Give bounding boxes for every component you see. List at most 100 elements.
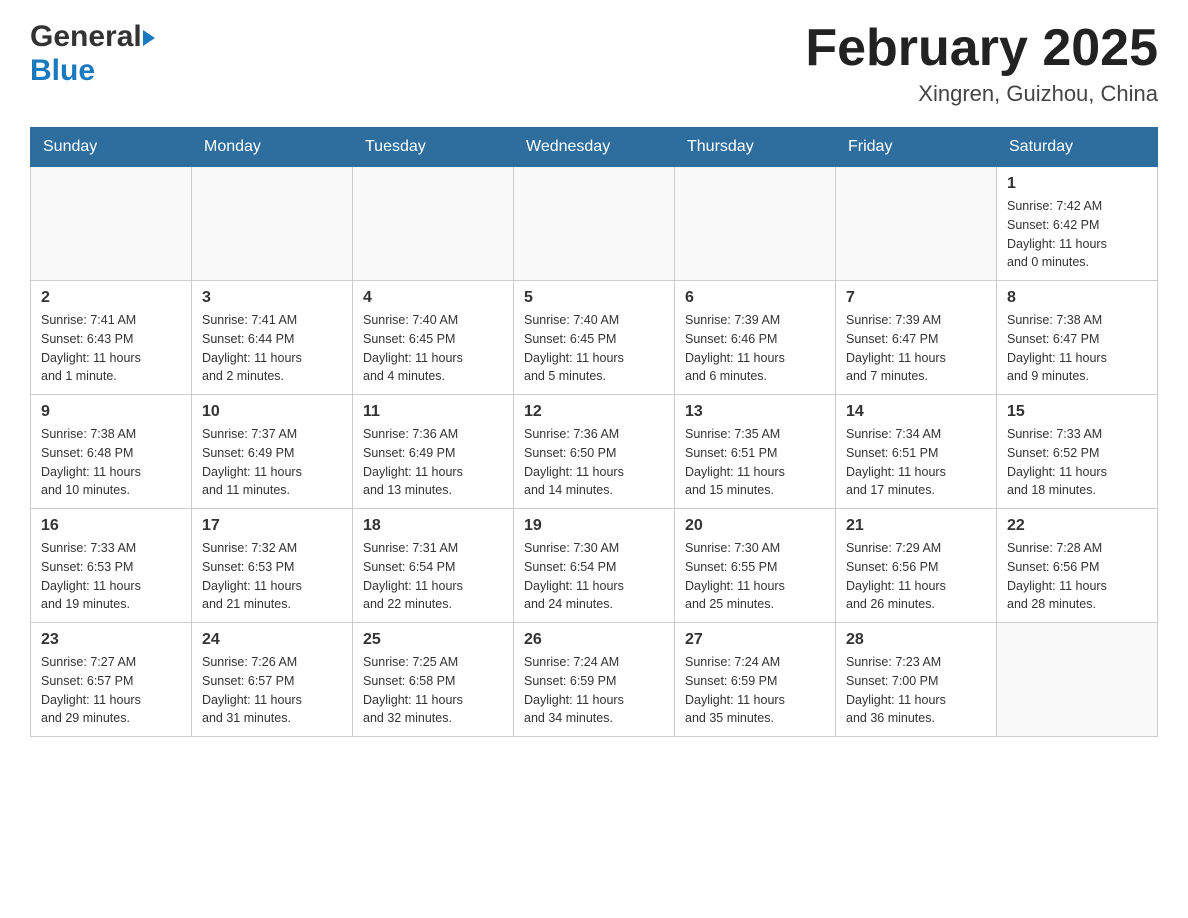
table-row: 28 Sunrise: 7:23 AMSunset: 7:00 PMDayligh… [836, 623, 997, 737]
table-row: 6Sunrise: 7:39 AMSunset: 6:46 PMDaylight… [675, 281, 836, 395]
day-info: Sunrise: 7:40 AMSunset: 6:45 PMDaylight:… [524, 311, 664, 386]
header-friday: Friday [836, 128, 997, 167]
day-number: 24 [202, 631, 342, 649]
table-row: 17 Sunrise: 7:32 AMSunset: 6:53 PMDayligh… [192, 509, 353, 623]
day-info: Sunrise: 7:37 AMSunset: 6:49 PMDaylight:… [202, 425, 342, 500]
logo-general-text: General [30, 20, 142, 54]
day-info: Sunrise: 7:23 AMSunset: 7:00 PMDaylight:… [846, 653, 986, 728]
day-number: 18 [363, 517, 503, 535]
day-number: 14 [846, 403, 986, 421]
day-info: Sunrise: 7:36 AMSunset: 6:50 PMDaylight:… [524, 425, 664, 500]
table-row: 22 Sunrise: 7:28 AMSunset: 6:56 PMDayligh… [997, 509, 1158, 623]
day-info: Sunrise: 7:35 AMSunset: 6:51 PMDaylight:… [685, 425, 825, 500]
table-row: 26Sunrise: 7:24 AMSunset: 6:59 PMDayligh… [514, 623, 675, 737]
logo-arrow-icon [143, 30, 155, 46]
title-section: February 2025 Xingren, Guizhou, China [805, 20, 1158, 107]
day-number: 2 [41, 289, 181, 307]
day-info: Sunrise: 7:32 AMSunset: 6:53 PMDaylight:… [202, 539, 342, 614]
table-row: 19 Sunrise: 7:30 AMSunset: 6:54 PMDayligh… [514, 509, 675, 623]
header-wednesday: Wednesday [514, 128, 675, 167]
calendar-week-row: 2 Sunrise: 7:41 AMSunset: 6:43 PMDaylight… [31, 281, 1158, 395]
table-row: 24 Sunrise: 7:26 AMSunset: 6:57 PMDayligh… [192, 623, 353, 737]
calendar-table: Sunday Monday Tuesday Wednesday Thursday… [30, 127, 1158, 737]
table-row: 7 Sunrise: 7:39 AMSunset: 6:47 PMDaylight… [836, 281, 997, 395]
day-number: 10 [202, 403, 342, 421]
table-row: 12 Sunrise: 7:36 AMSunset: 6:50 PMDayligh… [514, 395, 675, 509]
header-sunday: Sunday [31, 128, 192, 167]
day-info: Sunrise: 7:38 AMSunset: 6:48 PMDaylight:… [41, 425, 181, 500]
day-info: Sunrise: 7:28 AMSunset: 6:56 PMDaylight:… [1007, 539, 1147, 614]
table-row: 20 Sunrise: 7:30 AMSunset: 6:55 PMDayligh… [675, 509, 836, 623]
table-row: 14 Sunrise: 7:34 AMSunset: 6:51 PMDayligh… [836, 395, 997, 509]
table-row: 9 Sunrise: 7:38 AMSunset: 6:48 PMDaylight… [31, 395, 192, 509]
day-number: 17 [202, 517, 342, 535]
day-number: 5 [524, 289, 664, 307]
day-info: Sunrise: 7:29 AMSunset: 6:56 PMDaylight:… [846, 539, 986, 614]
day-info: Sunrise: 7:30 AMSunset: 6:54 PMDaylight:… [524, 539, 664, 614]
table-row: 13Sunrise: 7:35 AMSunset: 6:51 PMDayligh… [675, 395, 836, 509]
day-number: 7 [846, 289, 986, 307]
table-row [31, 167, 192, 281]
day-info: Sunrise: 7:30 AMSunset: 6:55 PMDaylight:… [685, 539, 825, 614]
table-row: 1Sunrise: 7:42 AMSunset: 6:42 PMDaylight… [997, 167, 1158, 281]
day-info: Sunrise: 7:34 AMSunset: 6:51 PMDaylight:… [846, 425, 986, 500]
header-monday: Monday [192, 128, 353, 167]
calendar-week-row: 9 Sunrise: 7:38 AMSunset: 6:48 PMDaylight… [31, 395, 1158, 509]
day-number: 16 [41, 517, 181, 535]
day-info: Sunrise: 7:39 AMSunset: 6:47 PMDaylight:… [846, 311, 986, 386]
day-number: 28 [846, 631, 986, 649]
day-info: Sunrise: 7:33 AMSunset: 6:53 PMDaylight:… [41, 539, 181, 614]
day-info: Sunrise: 7:24 AMSunset: 6:59 PMDaylight:… [685, 653, 825, 728]
day-number: 12 [524, 403, 664, 421]
day-info: Sunrise: 7:41 AMSunset: 6:44 PMDaylight:… [202, 311, 342, 386]
day-info: Sunrise: 7:31 AMSunset: 6:54 PMDaylight:… [363, 539, 503, 614]
table-row: 5 Sunrise: 7:40 AMSunset: 6:45 PMDaylight… [514, 281, 675, 395]
day-number: 15 [1007, 403, 1147, 421]
table-row [353, 167, 514, 281]
day-info: Sunrise: 7:26 AMSunset: 6:57 PMDaylight:… [202, 653, 342, 728]
table-row [836, 167, 997, 281]
day-info: Sunrise: 7:24 AMSunset: 6:59 PMDaylight:… [524, 653, 664, 728]
day-number: 11 [363, 403, 503, 421]
day-number: 19 [524, 517, 664, 535]
table-row [514, 167, 675, 281]
day-info: Sunrise: 7:38 AMSunset: 6:47 PMDaylight:… [1007, 311, 1147, 386]
day-number: 20 [685, 517, 825, 535]
table-row: 23Sunrise: 7:27 AMSunset: 6:57 PMDayligh… [31, 623, 192, 737]
month-title: February 2025 [805, 20, 1158, 77]
day-number: 8 [1007, 289, 1147, 307]
calendar-week-row: 23Sunrise: 7:27 AMSunset: 6:57 PMDayligh… [31, 623, 1158, 737]
table-row: 2 Sunrise: 7:41 AMSunset: 6:43 PMDaylight… [31, 281, 192, 395]
table-row: 16 Sunrise: 7:33 AMSunset: 6:53 PMDayligh… [31, 509, 192, 623]
day-info: Sunrise: 7:40 AMSunset: 6:45 PMDaylight:… [363, 311, 503, 386]
header-thursday: Thursday [675, 128, 836, 167]
table-row: 4 Sunrise: 7:40 AMSunset: 6:45 PMDaylight… [353, 281, 514, 395]
day-info: Sunrise: 7:41 AMSunset: 6:43 PMDaylight:… [41, 311, 181, 386]
table-row: 11Sunrise: 7:36 AMSunset: 6:49 PMDayligh… [353, 395, 514, 509]
table-row [192, 167, 353, 281]
table-row: 3 Sunrise: 7:41 AMSunset: 6:44 PMDaylight… [192, 281, 353, 395]
header-tuesday: Tuesday [353, 128, 514, 167]
day-number: 25 [363, 631, 503, 649]
day-number: 22 [1007, 517, 1147, 535]
table-row: 27Sunrise: 7:24 AMSunset: 6:59 PMDayligh… [675, 623, 836, 737]
calendar-week-row: 1Sunrise: 7:42 AMSunset: 6:42 PMDaylight… [31, 167, 1158, 281]
calendar-week-row: 16 Sunrise: 7:33 AMSunset: 6:53 PMDayligh… [31, 509, 1158, 623]
day-info: Sunrise: 7:39 AMSunset: 6:46 PMDaylight:… [685, 311, 825, 386]
logo-blue-text: Blue [30, 54, 95, 87]
day-number: 1 [1007, 175, 1147, 193]
day-number: 3 [202, 289, 342, 307]
table-row [997, 623, 1158, 737]
page-header: General Blue February 2025 Xingren, Guiz… [30, 20, 1158, 107]
table-row: 10 Sunrise: 7:37 AMSunset: 6:49 PMDayligh… [192, 395, 353, 509]
day-number: 9 [41, 403, 181, 421]
table-row: 18 Sunrise: 7:31 AMSunset: 6:54 PMDayligh… [353, 509, 514, 623]
day-number: 23 [41, 631, 181, 649]
table-row: 15 Sunrise: 7:33 AMSunset: 6:52 PMDayligh… [997, 395, 1158, 509]
day-number: 4 [363, 289, 503, 307]
day-number: 21 [846, 517, 986, 535]
table-row: 21 Sunrise: 7:29 AMSunset: 6:56 PMDayligh… [836, 509, 997, 623]
header-saturday: Saturday [997, 128, 1158, 167]
day-info: Sunrise: 7:33 AMSunset: 6:52 PMDaylight:… [1007, 425, 1147, 500]
table-row: 8 Sunrise: 7:38 AMSunset: 6:47 PMDaylight… [997, 281, 1158, 395]
